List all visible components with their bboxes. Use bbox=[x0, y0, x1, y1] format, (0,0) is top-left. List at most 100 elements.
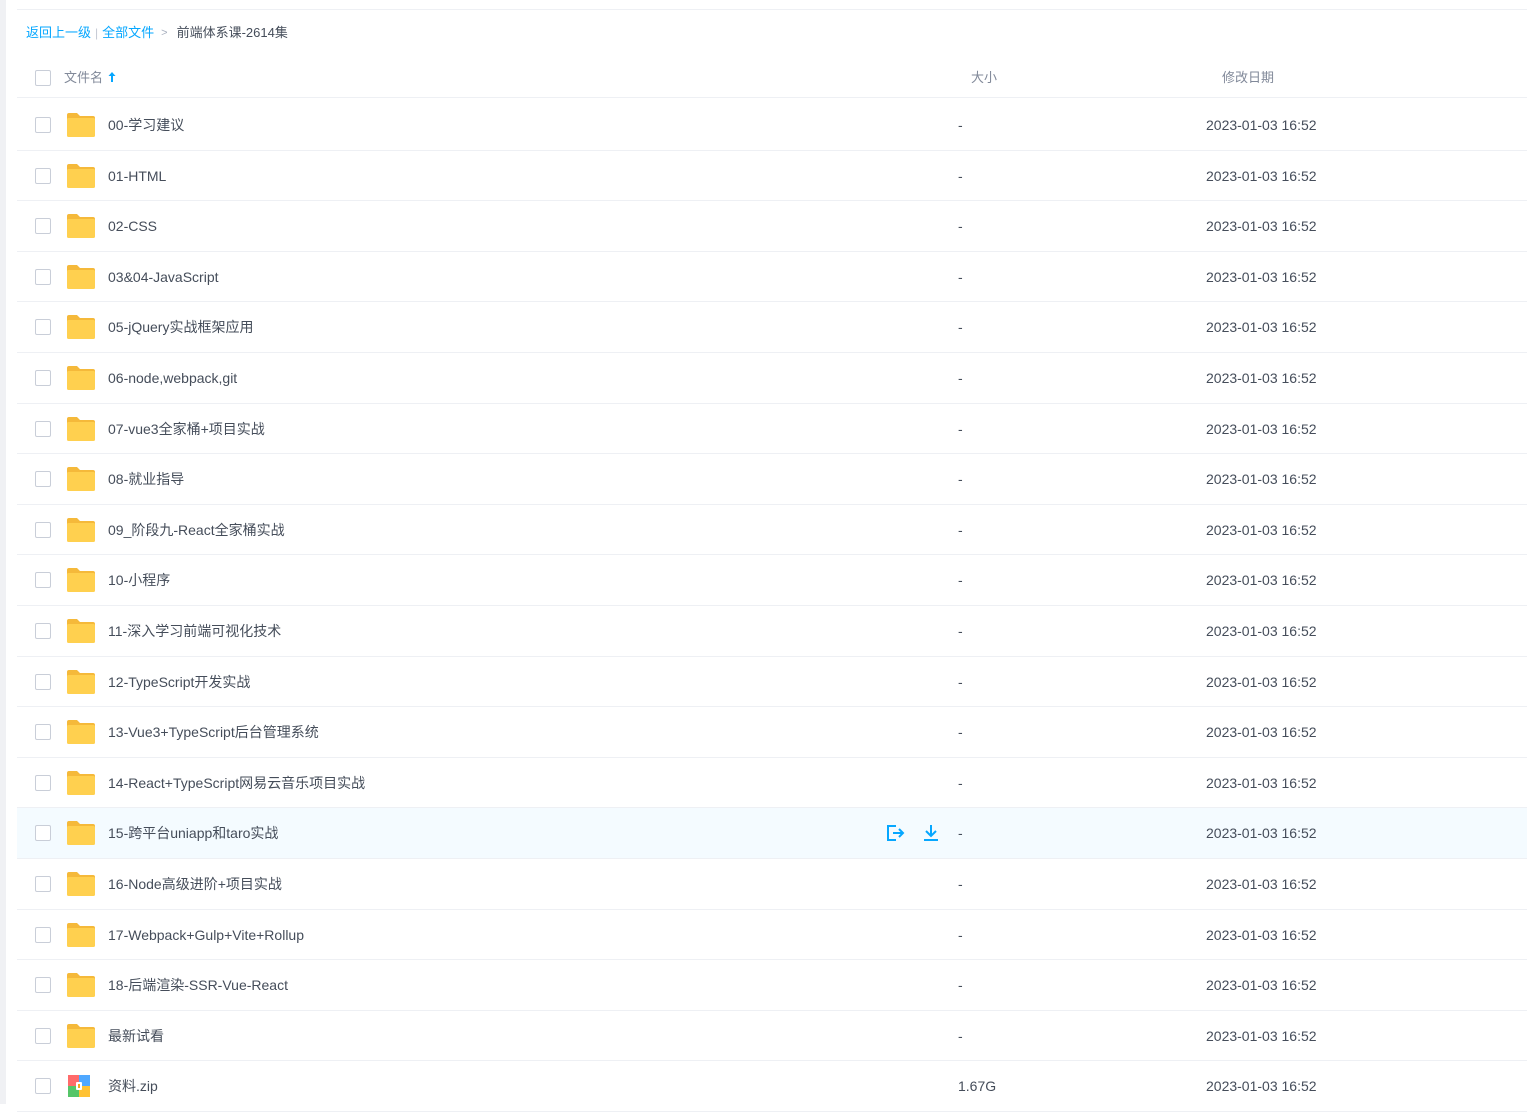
file-size: - bbox=[958, 218, 963, 235]
file-name[interactable]: 14-React+TypeScript网易云音乐项目实战 bbox=[108, 774, 365, 792]
row-checkbox[interactable] bbox=[35, 420, 51, 437]
file-name[interactable]: 资料.zip bbox=[108, 1077, 158, 1095]
file-name[interactable]: 18-后端渲染-SSR-Vue-React bbox=[108, 976, 288, 994]
row-checkbox[interactable] bbox=[35, 117, 51, 133]
row-checkbox[interactable] bbox=[35, 622, 51, 639]
file-row[interactable]: 08-就业指导 - 2023-01-03 16:52 bbox=[17, 454, 1527, 505]
file-row[interactable]: 06-node,webpack,git - 2023-01-03 16:52 bbox=[17, 353, 1527, 404]
file-name[interactable]: 16-Node高级进阶+项目实战 bbox=[108, 875, 282, 893]
file-row[interactable]: 12-TypeScript开发实战 - 2023-01-03 16:52 bbox=[17, 657, 1527, 708]
all-files-link[interactable]: 全部文件 bbox=[102, 24, 154, 42]
file-name[interactable]: 12-TypeScript开发实战 bbox=[108, 673, 250, 691]
row-checkbox[interactable] bbox=[35, 268, 51, 285]
row-checkbox[interactable] bbox=[35, 774, 51, 791]
file-list-header: 文件名 大小 修改日期 bbox=[17, 52, 1527, 98]
row-checkbox[interactable] bbox=[35, 1027, 51, 1044]
folder-icon bbox=[66, 719, 96, 745]
select-all-checkbox[interactable] bbox=[35, 70, 51, 86]
folder-icon bbox=[66, 213, 96, 239]
row-checkbox[interactable] bbox=[35, 825, 51, 842]
file-row[interactable]: 13-Vue3+TypeScript后台管理系统 - 2023-01-03 16:5… bbox=[17, 707, 1527, 758]
file-name[interactable]: 03&04-JavaScript bbox=[108, 268, 219, 286]
file-row[interactable]: 最新试看 - 2023-01-03 16:52 bbox=[17, 1011, 1527, 1062]
modified-date: 2023-01-03 16:52 bbox=[1206, 926, 1317, 943]
file-name[interactable]: 01-HTML bbox=[108, 167, 166, 185]
file-name[interactable]: 11-深入学习前端可视化技术 bbox=[108, 622, 281, 640]
file-size: - bbox=[958, 369, 963, 386]
file-size: - bbox=[958, 673, 963, 690]
row-checkbox[interactable] bbox=[35, 1078, 51, 1095]
file-name[interactable]: 最新试看 bbox=[108, 1027, 164, 1045]
modified-date: 2023-01-03 16:52 bbox=[1206, 167, 1317, 184]
file-size: - bbox=[958, 521, 963, 538]
file-row[interactable]: 资料.zip 1.67G 2023-01-03 16:52 bbox=[17, 1061, 1527, 1112]
size-column-header[interactable]: 大小 bbox=[971, 67, 997, 86]
file-row[interactable]: 07-vue3全家桶+项目实战 - 2023-01-03 16:52 bbox=[17, 404, 1527, 455]
row-checkbox[interactable] bbox=[35, 218, 51, 235]
row-checkbox[interactable] bbox=[35, 369, 51, 386]
file-row[interactable]: 03&04-JavaScript - 2023-01-03 16:52 bbox=[17, 252, 1527, 303]
zip-file-icon bbox=[66, 1073, 96, 1099]
file-size: - bbox=[958, 117, 963, 133]
modified-date: 2023-01-03 16:52 bbox=[1206, 319, 1317, 336]
file-size: - bbox=[958, 622, 963, 639]
date-column-header[interactable]: 修改日期 bbox=[1222, 67, 1274, 86]
file-name[interactable]: 00-学习建议 bbox=[108, 116, 184, 134]
row-checkbox[interactable] bbox=[35, 471, 51, 488]
share-icon[interactable] bbox=[884, 822, 906, 844]
row-checkbox[interactable] bbox=[35, 977, 51, 994]
file-name[interactable]: 13-Vue3+TypeScript后台管理系统 bbox=[108, 723, 319, 741]
folder-icon bbox=[66, 466, 96, 492]
name-column-header[interactable]: 文件名 bbox=[64, 67, 117, 86]
modified-date: 2023-01-03 16:52 bbox=[1206, 622, 1317, 639]
modified-date: 2023-01-03 16:52 bbox=[1206, 1027, 1317, 1044]
file-row[interactable]: 10-小程序 - 2023-01-03 16:52 bbox=[17, 555, 1527, 606]
name-column-label: 文件名 bbox=[64, 70, 104, 85]
file-size: - bbox=[958, 268, 963, 285]
download-icon[interactable] bbox=[920, 822, 942, 844]
file-row[interactable]: 11-深入学习前端可视化技术 - 2023-01-03 16:52 bbox=[17, 606, 1527, 657]
file-name[interactable]: 06-node,webpack,git bbox=[108, 369, 237, 387]
file-row[interactable]: 02-CSS - 2023-01-03 16:52 bbox=[17, 201, 1527, 252]
row-checkbox[interactable] bbox=[35, 673, 51, 690]
file-size: - bbox=[958, 420, 963, 437]
row-checkbox[interactable] bbox=[35, 926, 51, 943]
file-size: - bbox=[958, 977, 963, 994]
file-row[interactable]: 16-Node高级进阶+项目实战 - 2023-01-03 16:52 bbox=[17, 859, 1527, 910]
file-name[interactable]: 10-小程序 bbox=[108, 571, 170, 589]
file-name[interactable]: 07-vue3全家桶+项目实战 bbox=[108, 420, 265, 438]
modified-date: 2023-01-03 16:52 bbox=[1206, 218, 1317, 235]
file-name[interactable]: 17-Webpack+Gulp+Vite+Rollup bbox=[108, 926, 304, 944]
left-edge-strip bbox=[0, 0, 6, 1104]
folder-icon bbox=[66, 264, 96, 290]
modified-date: 2023-01-03 16:52 bbox=[1206, 774, 1317, 791]
file-name[interactable]: 02-CSS bbox=[108, 217, 157, 235]
row-checkbox[interactable] bbox=[35, 724, 51, 741]
file-row[interactable]: 18-后端渲染-SSR-Vue-React - 2023-01-03 16:52 bbox=[17, 960, 1527, 1011]
file-row[interactable]: 09_阶段九-React全家桶实战 - 2023-01-03 16:52 bbox=[17, 505, 1527, 556]
file-size: - bbox=[958, 167, 963, 184]
file-row[interactable]: 15-跨平台uniapp和taro实战 - 2023-01-03 16:52 bbox=[17, 808, 1527, 859]
file-name[interactable]: 08-就业指导 bbox=[108, 470, 184, 488]
row-checkbox[interactable] bbox=[35, 167, 51, 184]
folder-icon bbox=[66, 517, 96, 543]
folder-icon bbox=[66, 669, 96, 695]
folder-icon bbox=[66, 972, 96, 998]
modified-date: 2023-01-03 16:52 bbox=[1206, 369, 1317, 386]
file-row[interactable]: 14-React+TypeScript网易云音乐项目实战 - 2023-01-03 … bbox=[17, 758, 1527, 809]
breadcrumb-separator: | bbox=[95, 26, 99, 40]
folder-icon bbox=[66, 770, 96, 796]
row-checkbox[interactable] bbox=[35, 319, 51, 336]
file-size: - bbox=[958, 825, 963, 842]
file-row[interactable]: 00-学习建议 - 2023-01-03 16:52 bbox=[17, 100, 1527, 151]
row-checkbox[interactable] bbox=[35, 572, 51, 589]
row-checkbox[interactable] bbox=[35, 521, 51, 538]
file-name[interactable]: 15-跨平台uniapp和taro实战 bbox=[108, 824, 278, 842]
row-checkbox[interactable] bbox=[35, 875, 51, 892]
file-name[interactable]: 09_阶段九-React全家桶实战 bbox=[108, 521, 285, 539]
file-row[interactable]: 05-jQuery实战框架应用 - 2023-01-03 16:52 bbox=[17, 302, 1527, 353]
file-name[interactable]: 05-jQuery实战框架应用 bbox=[108, 318, 253, 336]
back-link[interactable]: 返回上一级 bbox=[26, 24, 91, 42]
file-row[interactable]: 01-HTML - 2023-01-03 16:52 bbox=[17, 151, 1527, 202]
file-row[interactable]: 17-Webpack+Gulp+Vite+Rollup - 2023-01-03 1… bbox=[17, 910, 1527, 961]
